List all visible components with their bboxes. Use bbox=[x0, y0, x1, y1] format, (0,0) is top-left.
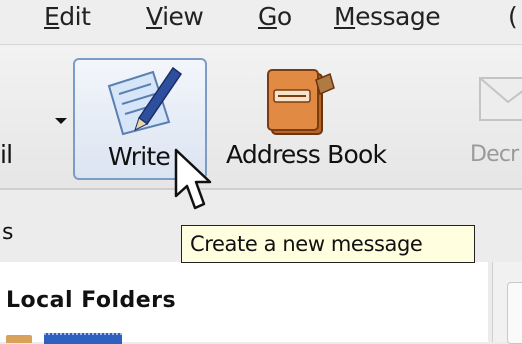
menu-edit[interactable]: Edit bbox=[44, 2, 91, 31]
decrypt-button-label[interactable]: Decr bbox=[470, 142, 519, 167]
folder-header-label: s bbox=[2, 220, 14, 245]
menu-bar: Edit View Go Message ( bbox=[0, 0, 522, 45]
address-book-icon[interactable] bbox=[260, 60, 340, 140]
write-button-label: Write bbox=[108, 142, 171, 171]
folder-icon bbox=[44, 333, 122, 344]
write-tooltip: Create a new message bbox=[181, 225, 475, 263]
get-mail-button-label[interactable]: il bbox=[0, 140, 13, 169]
write-pencil-icon bbox=[107, 66, 183, 136]
decrypt-envelope-icon[interactable] bbox=[478, 68, 522, 128]
folder-tree[interactable]: Local Folders bbox=[0, 262, 488, 344]
address-book-button-label[interactable]: Address Book bbox=[226, 140, 387, 169]
get-mail-dropdown-icon[interactable] bbox=[55, 118, 67, 124]
folder-local-folders[interactable]: Local Folders bbox=[6, 288, 176, 313]
menu-message[interactable]: Message bbox=[334, 2, 441, 31]
menu-go[interactable]: Go bbox=[258, 2, 292, 31]
menu-next-partial[interactable]: ( bbox=[508, 2, 518, 31]
mouse-pointer-icon bbox=[174, 148, 212, 210]
thread-pane-edge bbox=[492, 262, 522, 344]
thread-pane-slot bbox=[507, 282, 522, 344]
menu-view[interactable]: View bbox=[146, 2, 204, 31]
